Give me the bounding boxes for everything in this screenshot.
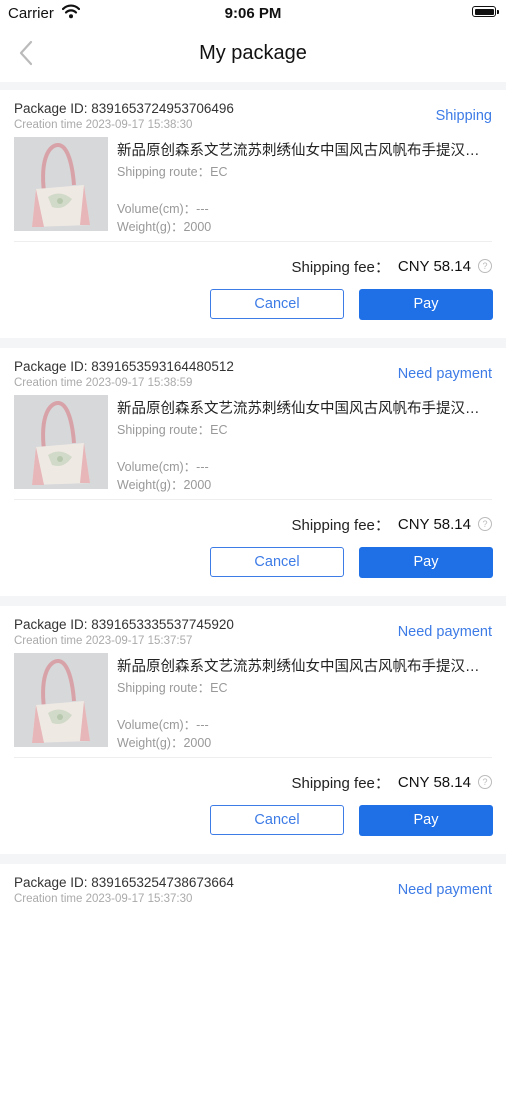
shipping-fee-label: Shipping fee：	[291, 516, 390, 534]
page-title: My package	[199, 42, 307, 64]
handbag-image	[14, 395, 108, 489]
product-thumbnail[interactable]	[14, 395, 108, 489]
shipping-fee: Shipping fee： CNY 58.14 ?	[291, 772, 492, 792]
status-badge: Shipping	[435, 108, 492, 124]
handbag-image	[14, 137, 108, 231]
shipping-route: Shipping route：EC	[117, 165, 228, 179]
clock: 9:06 PM	[224, 5, 282, 22]
status-bar: Carrier 9:06 PM	[0, 0, 506, 26]
shipping-route: Shipping route：EC	[117, 423, 228, 437]
product-name: 新品原创森系文艺流苏刺绣仙女中国风古风帆布手提汉服包	[117, 143, 492, 159]
volume: Volume(cm)：---	[117, 202, 209, 216]
shipping-fee-value: CNY 58.14	[397, 257, 471, 275]
weight: Weight(g)：2000	[117, 478, 212, 492]
product-name: 新品原创森系文艺流苏刺绣仙女中国风古风帆布手提汉服包	[117, 659, 492, 675]
package-card[interactable]: Package ID: 8391653254738673664 Creation…	[0, 864, 506, 1112]
battery-icon	[472, 6, 499, 17]
status-badge: Need payment	[397, 624, 492, 640]
divider	[14, 241, 492, 242]
package-card[interactable]: Package ID: 8391653593164480512 Creation…	[0, 348, 506, 596]
shipping-fee-value: CNY 58.14	[397, 515, 471, 533]
shipping-fee: Shipping fee： CNY 58.14 ?	[291, 256, 492, 276]
pay-button[interactable]: Pay	[359, 547, 493, 578]
creation-time: Creation time 2023-09-17 15:38:30	[14, 119, 193, 131]
shipping-fee: Shipping fee： CNY 58.14 ?	[291, 514, 492, 534]
weight: Weight(g)：2000	[117, 220, 212, 234]
handbag-image	[14, 653, 108, 747]
weight: Weight(g)：2000	[117, 736, 212, 750]
package-id: Package ID: 8391653724953706496	[14, 101, 234, 116]
nav-bar: My package	[0, 26, 506, 82]
product-thumbnail[interactable]	[14, 653, 108, 747]
package-id: Package ID: 8391653593164480512	[14, 359, 234, 374]
help-icon[interactable]: ?	[478, 259, 492, 273]
product-name: 新品原创森系文艺流苏刺绣仙女中国风古风帆布手提汉服包	[117, 401, 492, 417]
creation-time: Creation time 2023-09-17 15:38:59	[14, 377, 193, 389]
product-thumbnail[interactable]	[14, 137, 108, 231]
volume: Volume(cm)：---	[117, 460, 209, 474]
package-card[interactable]: Package ID: 8391653335537745920 Creation…	[0, 606, 506, 854]
pay-button[interactable]: Pay	[359, 805, 493, 836]
help-icon[interactable]: ?	[478, 775, 492, 789]
package-id: Package ID: 8391653254738673664	[14, 875, 234, 890]
help-icon[interactable]: ?	[478, 517, 492, 531]
volume: Volume(cm)：---	[117, 718, 209, 732]
pay-button[interactable]: Pay	[359, 289, 493, 320]
creation-time: Creation time 2023-09-17 15:37:30	[14, 893, 193, 905]
shipping-route: Shipping route：EC	[117, 681, 228, 695]
divider	[14, 757, 492, 758]
cancel-button[interactable]: Cancel	[210, 289, 344, 319]
shipping-fee-label: Shipping fee：	[291, 258, 390, 276]
cancel-button[interactable]: Cancel	[210, 547, 344, 577]
shipping-fee-label: Shipping fee：	[291, 774, 390, 792]
package-id: Package ID: 8391653335537745920	[14, 617, 234, 632]
divider	[14, 499, 492, 500]
status-badge: Need payment	[397, 366, 492, 382]
creation-time: Creation time 2023-09-17 15:37:57	[14, 635, 193, 647]
shipping-fee-value: CNY 58.14	[397, 773, 471, 791]
cancel-button[interactable]: Cancel	[210, 805, 344, 835]
status-badge: Need payment	[397, 882, 492, 898]
package-card[interactable]: Package ID: 8391653724953706496 Creation…	[0, 90, 506, 338]
